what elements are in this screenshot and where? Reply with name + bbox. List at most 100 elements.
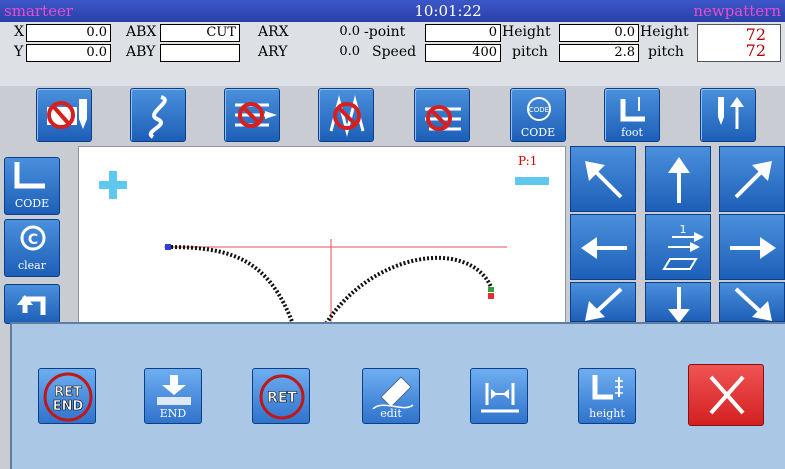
move-right-button[interactable] <box>719 214 785 280</box>
move-down-button[interactable] <box>645 282 711 323</box>
undo-button[interactable] <box>4 284 60 324</box>
stitch-count-box: 72 72 <box>697 24 781 62</box>
zoom-out-icon[interactable] <box>515 177 549 185</box>
height-icon <box>592 375 623 400</box>
return-end-button[interactable]: RET END <box>38 368 96 424</box>
speed-field: 400 <box>425 44 501 62</box>
move-up-left-button[interactable] <box>570 146 636 212</box>
clear-label: clear <box>17 259 46 272</box>
foot-button-label: foot <box>621 126 643 139</box>
feed-frame-icon: 1 <box>662 223 704 270</box>
arx-value: 0.0 <box>339 24 360 39</box>
page-indicator: P:1 <box>518 154 538 168</box>
width-adjust-button[interactable] <box>470 368 528 424</box>
pitch-field: 2.8 <box>559 44 639 62</box>
no-thread-trim-button[interactable] <box>36 88 92 142</box>
curve-button[interactable] <box>130 88 186 142</box>
no-zigzag-icon <box>329 95 365 137</box>
abx-label: ABX <box>126 24 157 40</box>
code-button-label: CODE <box>520 126 556 139</box>
svg-text:CODE: CODE <box>529 106 549 114</box>
height-field: 0.0 <box>559 24 639 42</box>
needle-up-button[interactable] <box>700 88 756 142</box>
height-button[interactable]: height <box>578 368 636 424</box>
close-icon <box>709 375 745 415</box>
end-icon <box>157 375 191 405</box>
pattern-canvas[interactable] <box>78 146 566 329</box>
edit-label: edit <box>380 407 402 420</box>
code-button[interactable]: CODE CODE <box>510 88 566 142</box>
step-number: 1 <box>680 223 687 236</box>
clear-button[interactable]: C clear <box>4 219 60 277</box>
move-down-right-button[interactable] <box>719 282 785 322</box>
pattern-name: newpattern <box>693 2 781 20</box>
pitch-label: pitch <box>512 44 548 60</box>
no-zigzag-button[interactable] <box>318 88 374 142</box>
arx-label: ARX <box>258 24 289 40</box>
arrow-left-icon <box>581 237 627 259</box>
stitch-curve-right <box>322 255 493 329</box>
move-left-button[interactable] <box>570 214 636 280</box>
point-field: 0 <box>425 24 501 42</box>
arrow-down-right-icon <box>734 287 772 321</box>
left-code-label: CODE <box>14 197 50 210</box>
move-down-left-button[interactable] <box>570 282 636 322</box>
ary-label: ARY <box>258 44 288 60</box>
close-button[interactable] <box>688 364 764 426</box>
abx-field: CUT <box>160 24 240 42</box>
svg-text:C: C <box>28 232 38 248</box>
x-field: 0.0 <box>26 24 111 42</box>
app-name: smarteer <box>4 2 73 20</box>
height-label: Height <box>502 24 551 40</box>
presser-code-icon <box>14 162 45 189</box>
end-point-marker-green <box>488 287 494 292</box>
x-label: X <box>14 24 24 40</box>
clear-icon: C <box>20 225 46 251</box>
zoom-in-icon[interactable] <box>99 171 127 199</box>
parameter-panel: X 0.0 Y 0.0 ABX CUT ABY ARX 0.0 ARY 0.0 … <box>0 22 785 86</box>
pattern-drawing <box>99 171 549 329</box>
return-button[interactable]: RET <box>252 368 310 424</box>
arrow-up-right-icon <box>734 161 772 199</box>
arrow-right-icon <box>730 237 776 259</box>
needle-up-icon <box>718 97 744 129</box>
move-up-button[interactable] <box>645 146 711 212</box>
undo-icon <box>17 295 46 315</box>
ret-end-top-text: RET <box>54 385 82 400</box>
ret-end-bottom-text: END <box>53 399 84 414</box>
count-2: 72 <box>745 41 766 60</box>
aby-field <box>160 44 240 62</box>
no-trim-icon <box>47 99 87 129</box>
arrow-up-icon <box>668 157 690 203</box>
point-label: -point <box>364 24 406 40</box>
presser-foot-button[interactable]: foot <box>604 88 660 142</box>
arrow-down-icon <box>668 287 690 323</box>
width-adjust-icon <box>481 383 519 413</box>
no-feed-button[interactable] <box>224 88 280 142</box>
ret-text: RET <box>267 390 297 406</box>
edit-button[interactable]: edit <box>362 368 420 424</box>
end-button[interactable]: END <box>144 368 202 424</box>
return-icon: RET <box>259 374 305 420</box>
no-tack-icon <box>425 105 461 131</box>
move-up-right-button[interactable] <box>719 146 785 212</box>
end-label: END <box>159 407 187 420</box>
aby-label: ABY <box>126 44 156 60</box>
end-options-popup: RET END END RET edit height <box>10 322 785 469</box>
height-label: height <box>589 407 625 420</box>
feed-mode-button[interactable]: 1 <box>645 214 711 280</box>
curve-icon <box>148 95 167 139</box>
arrow-down-left-icon <box>585 287 623 321</box>
speed-label: Speed <box>372 44 417 60</box>
y-field: 0.0 <box>26 44 111 62</box>
arrow-up-left-icon <box>585 161 623 199</box>
end-point-marker-red <box>488 293 494 299</box>
left-code-button[interactable]: CODE <box>4 157 60 215</box>
stitch-curve-left <box>166 245 296 328</box>
height2-label: Height <box>640 24 689 40</box>
ary-value: 0.0 <box>339 44 360 59</box>
y-label: Y <box>14 44 24 60</box>
pitch2-label: pitch <box>648 44 684 60</box>
start-point-marker <box>165 244 171 250</box>
no-back-tack-button[interactable] <box>414 88 470 142</box>
